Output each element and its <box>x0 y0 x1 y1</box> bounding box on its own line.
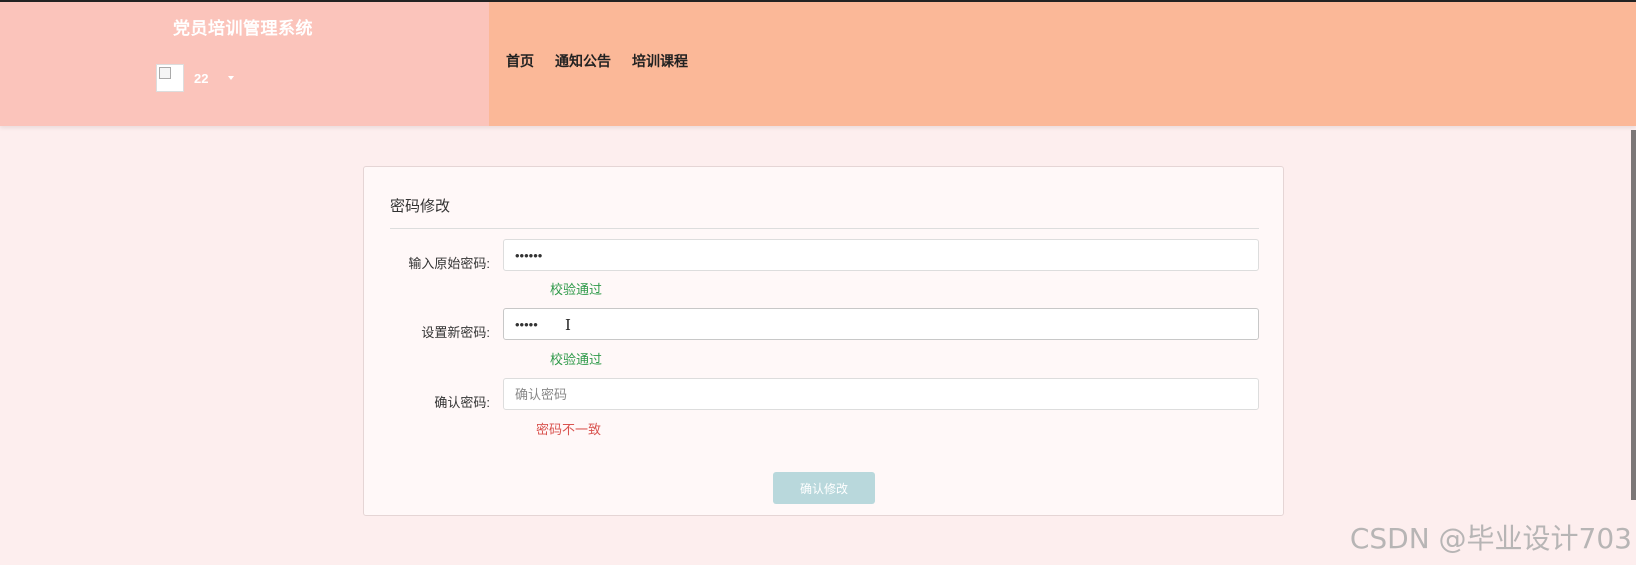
broken-image-icon <box>156 64 184 92</box>
nav-item-home[interactable]: 首页 <box>506 51 534 71</box>
username: 22 <box>194 70 209 86</box>
top-header: 党员培训管理系统 22 首页 通知公告 培训课程 <box>0 0 1636 126</box>
card-title: 密码修改 <box>390 198 451 215</box>
confirm-password-label: 确认密码: <box>434 395 490 410</box>
user-menu[interactable]: 22 <box>156 64 235 92</box>
watermark: CSDN @毕业设计703 <box>1349 522 1632 555</box>
text-cursor-icon: I <box>565 316 571 334</box>
old-password-hint: 校验通过 <box>550 282 603 297</box>
confirm-change-button[interactable]: 确认修改 <box>773 472 875 504</box>
form-row-confirm-password: 确认密码: <box>364 378 1283 412</box>
page: 党员培训管理系统 22 首页 通知公告 培训课程 密码修改 输入原始密码: 校验… <box>0 0 1636 565</box>
new-password-input[interactable] <box>503 308 1259 340</box>
card-divider <box>390 228 1259 229</box>
new-password-hint: 校验通过 <box>550 352 603 367</box>
nav-item-notices[interactable]: 通知公告 <box>555 51 611 71</box>
password-change-card: 密码修改 输入原始密码: 校验通过 设置新密码: 校验通过 确认密码: 密码不一… <box>363 166 1284 516</box>
form-row-new-password: 设置新密码: <box>364 308 1283 342</box>
nav-item-courses[interactable]: 培训课程 <box>632 51 688 71</box>
old-password-label: 输入原始密码: <box>408 256 490 271</box>
window-edge-scrollbar[interactable] <box>1631 130 1636 500</box>
confirm-password-hint: 密码不一致 <box>536 422 602 437</box>
app-title: 党员培训管理系统 <box>173 19 313 38</box>
caret-down-icon[interactable] <box>228 76 235 80</box>
main-nav: 首页 通知公告 培训课程 <box>489 2 1636 126</box>
confirm-password-input[interactable] <box>503 378 1259 410</box>
form-row-old-password: 输入原始密码: <box>364 239 1283 273</box>
brand-panel: 党员培训管理系统 22 <box>0 2 489 126</box>
old-password-input[interactable] <box>503 239 1259 271</box>
new-password-label: 设置新密码: <box>421 325 490 340</box>
